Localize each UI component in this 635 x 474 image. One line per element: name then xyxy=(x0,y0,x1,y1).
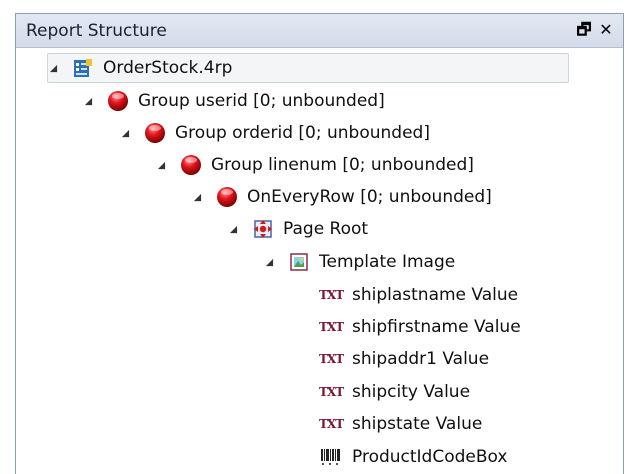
tree-node-label: Group orderid [0; unbounded] xyxy=(175,123,430,143)
tree-node-root[interactable]: OrderStock.4rp xyxy=(47,53,569,83)
tree-node-label: shipcity Value xyxy=(352,382,471,402)
tree-node-template-image[interactable]: Template Image xyxy=(264,247,455,277)
panel-titlebar[interactable]: Report Structure 🗗 ✕ xyxy=(16,14,623,48)
txt-icon: TXT xyxy=(319,385,344,399)
txt-icon: TXT xyxy=(319,352,344,366)
tree-node-label: OnEveryRow [0; unbounded] xyxy=(247,187,492,207)
txt-icon: TXT xyxy=(319,320,344,334)
collapse-arrow-icon[interactable] xyxy=(192,192,202,202)
txt-icon: TXT xyxy=(319,417,344,431)
tree-node-page-root[interactable]: Page Root xyxy=(228,214,368,244)
tree-node-label: shiplastname Value xyxy=(352,285,519,305)
tree-node-label: Template Image xyxy=(319,252,456,272)
tree-node-label: Group userid [0; unbounded] xyxy=(138,91,385,111)
tree-node-field[interactable]: TXT shipcity Value xyxy=(319,377,470,407)
tree-node-field[interactable]: TXT shipstate Value xyxy=(319,409,482,439)
txt-icon: TXT xyxy=(319,288,344,302)
tree-node-label: ProductIdCodeBox xyxy=(352,447,508,467)
tree-node-group-orderid[interactable]: Group orderid [0; unbounded] xyxy=(120,118,430,148)
report-file-icon xyxy=(72,57,94,79)
restore-window-icon[interactable]: 🗗 xyxy=(575,21,593,39)
structure-tree: OrderStock.4rp Group userid [0; unbounde… xyxy=(16,48,623,474)
tree-node-field[interactable]: TXT shiplastname Value xyxy=(319,280,518,310)
image-icon xyxy=(288,251,310,273)
red-sphere-icon xyxy=(144,122,166,144)
report-structure-panel: Report Structure 🗗 ✕ OrderStock.4rp Grou… xyxy=(15,13,624,474)
red-sphere-icon xyxy=(180,154,202,176)
barcode-icon xyxy=(319,446,343,468)
collapse-arrow-icon[interactable] xyxy=(264,257,274,267)
page-root-icon xyxy=(252,218,274,240)
tree-node-label: shipfirstname Value xyxy=(352,317,521,337)
red-sphere-icon xyxy=(107,90,129,112)
tree-node-field[interactable]: TXT shipfirstname Value xyxy=(319,312,521,342)
tree-node-field[interactable]: TXT shipaddr1 Value xyxy=(319,344,489,374)
collapse-arrow-icon[interactable] xyxy=(48,63,58,73)
tree-node-barcode[interactable]: ProductIdCodeBox xyxy=(319,442,507,472)
collapse-arrow-icon[interactable] xyxy=(156,160,166,170)
tree-node-label: Group linenum [0; unbounded] xyxy=(211,155,474,175)
tree-node-on-every-row[interactable]: OnEveryRow [0; unbounded] xyxy=(192,182,492,212)
collapse-arrow-icon[interactable] xyxy=(228,224,238,234)
tree-node-label: shipstate Value xyxy=(352,414,483,434)
tree-node-label: OrderStock.4rp xyxy=(103,58,233,78)
tree-node-group-linenum[interactable]: Group linenum [0; unbounded] xyxy=(156,150,474,180)
collapse-arrow-icon[interactable] xyxy=(120,128,130,138)
close-icon[interactable]: ✕ xyxy=(597,21,615,39)
panel-title: Report Structure xyxy=(26,21,167,41)
tree-node-label: Page Root xyxy=(283,219,369,239)
collapse-arrow-icon[interactable] xyxy=(83,96,93,106)
red-sphere-icon xyxy=(216,186,238,208)
tree-node-group-userid[interactable]: Group userid [0; unbounded] xyxy=(83,86,385,116)
tree-node-label: shipaddr1 Value xyxy=(352,349,490,369)
